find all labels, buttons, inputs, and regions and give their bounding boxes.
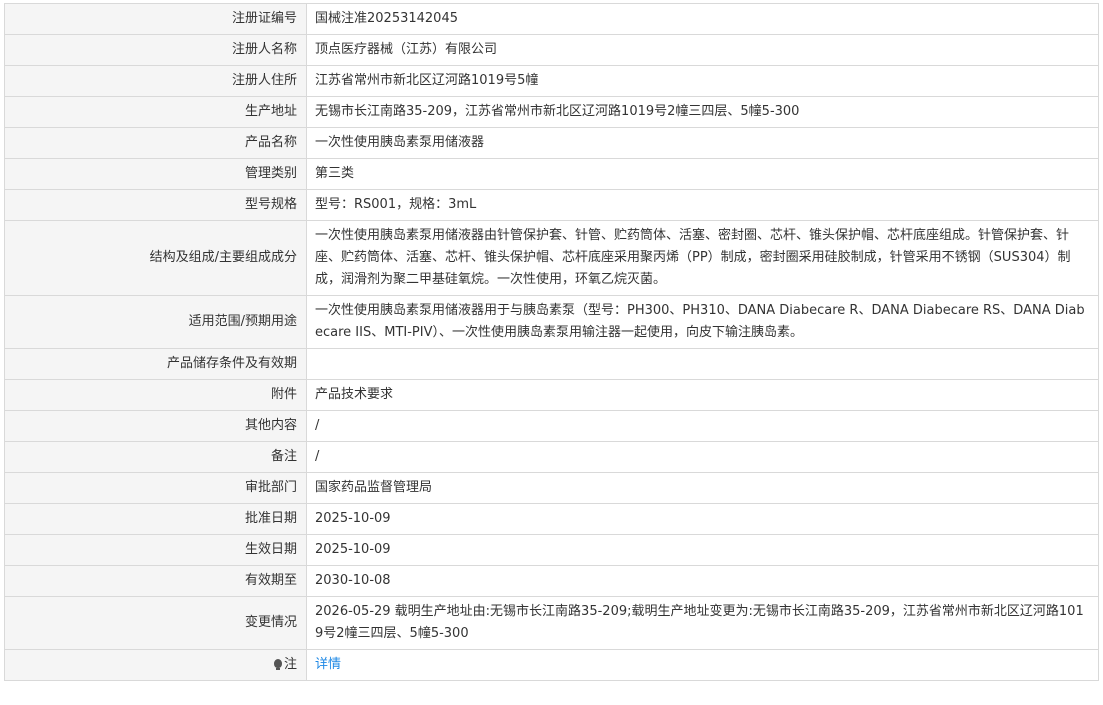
row-value: 一次性使用胰岛素泵用储液器 xyxy=(306,127,1099,159)
table-row: 其他内容 / xyxy=(4,410,1099,442)
row-value: 第三类 xyxy=(306,158,1099,190)
row-label: 批准日期 xyxy=(4,503,307,535)
row-value: 2026-05-29 载明生产地址由:无锡市长江南路35-209;载明生产地址变… xyxy=(306,596,1099,650)
row-value: 型号：RS001，规格：3mL xyxy=(306,189,1099,221)
row-value: 一次性使用胰岛素泵用储液器用于与胰岛素泵（型号：PH300、PH310、DANA… xyxy=(306,295,1099,349)
row-label: 附件 xyxy=(4,379,307,411)
row-label: 其他内容 xyxy=(4,410,307,442)
note-label-cell: 注 xyxy=(4,649,307,681)
row-value: 产品技术要求 xyxy=(306,379,1099,411)
note-label: 注 xyxy=(283,657,297,672)
row-value: / xyxy=(306,410,1099,442)
table-row: 管理类别 第三类 xyxy=(4,158,1099,190)
row-label: 有效期至 xyxy=(4,565,307,597)
row-label: 审批部门 xyxy=(4,472,307,504)
table-row: 备注 / xyxy=(4,441,1099,473)
table-row: 批准日期 2025-10-09 xyxy=(4,503,1099,535)
row-label: 产品储存条件及有效期 xyxy=(4,348,307,380)
row-label: 注册人住所 xyxy=(4,65,307,97)
table-row: 产品名称 一次性使用胰岛素泵用储液器 xyxy=(4,127,1099,159)
row-label: 产品名称 xyxy=(4,127,307,159)
row-label: 注册人名称 xyxy=(4,34,307,66)
row-label: 管理类别 xyxy=(4,158,307,190)
details-link[interactable]: 详情 xyxy=(315,657,341,672)
table-row: 生产地址 无锡市长江南路35-209，江苏省常州市新北区辽河路1019号2幢三四… xyxy=(4,96,1099,128)
row-label: 变更情况 xyxy=(4,596,307,650)
row-value: 2025-10-09 xyxy=(306,503,1099,535)
row-value: 国家药品监督管理局 xyxy=(306,472,1099,504)
table-row: 注册人住所 江苏省常州市新北区辽河路1019号5幢 xyxy=(4,65,1099,97)
row-value: 无锡市长江南路35-209，江苏省常州市新北区辽河路1019号2幢三四层、5幢5… xyxy=(306,96,1099,128)
row-value xyxy=(306,348,1099,380)
table-row: 注册证编号 国械注准20253142045 xyxy=(4,3,1099,35)
row-label: 备注 xyxy=(4,441,307,473)
row-value: 国械注准20253142045 xyxy=(306,3,1099,35)
table-row: 结构及组成/主要组成成分 一次性使用胰岛素泵用储液器由针管保护套、针管、贮药筒体… xyxy=(4,220,1099,296)
row-label: 型号规格 xyxy=(4,189,307,221)
row-value: 2025-10-09 xyxy=(306,534,1099,566)
row-label: 注册证编号 xyxy=(4,3,307,35)
row-label: 结构及组成/主要组成成分 xyxy=(4,220,307,296)
row-label: 适用范围/预期用途 xyxy=(4,295,307,349)
table-row: 变更情况 2026-05-29 载明生产地址由:无锡市长江南路35-209;载明… xyxy=(4,596,1099,650)
note-row: 注 详情 xyxy=(4,649,1099,681)
table-row: 生效日期 2025-10-09 xyxy=(4,534,1099,566)
registration-table: 注册证编号 国械注准20253142045 注册人名称 顶点医疗器械（江苏）有限… xyxy=(4,3,1099,681)
table-row: 审批部门 国家药品监督管理局 xyxy=(4,472,1099,504)
table-row: 适用范围/预期用途 一次性使用胰岛素泵用储液器用于与胰岛素泵（型号：PH300、… xyxy=(4,295,1099,349)
table-row: 注册人名称 顶点医疗器械（江苏）有限公司 xyxy=(4,34,1099,66)
bulb-icon xyxy=(273,659,282,670)
row-label: 生产地址 xyxy=(4,96,307,128)
row-value: 顶点医疗器械（江苏）有限公司 xyxy=(306,34,1099,66)
row-label: 生效日期 xyxy=(4,534,307,566)
row-value: 2030-10-08 xyxy=(306,565,1099,597)
table-row: 型号规格 型号：RS001，规格：3mL xyxy=(4,189,1099,221)
row-value: 江苏省常州市新北区辽河路1019号5幢 xyxy=(306,65,1099,97)
table-row: 产品储存条件及有效期 xyxy=(4,348,1099,380)
table-row: 有效期至 2030-10-08 xyxy=(4,565,1099,597)
row-value: 一次性使用胰岛素泵用储液器由针管保护套、针管、贮药筒体、活塞、密封圈、芯杆、锥头… xyxy=(306,220,1099,296)
row-value: / xyxy=(306,441,1099,473)
note-value-cell: 详情 xyxy=(306,649,1099,681)
registration-detail-panel: 注册证编号 国械注准20253142045 注册人名称 顶点医疗器械（江苏）有限… xyxy=(4,3,1099,681)
table-row: 附件 产品技术要求 xyxy=(4,379,1099,411)
